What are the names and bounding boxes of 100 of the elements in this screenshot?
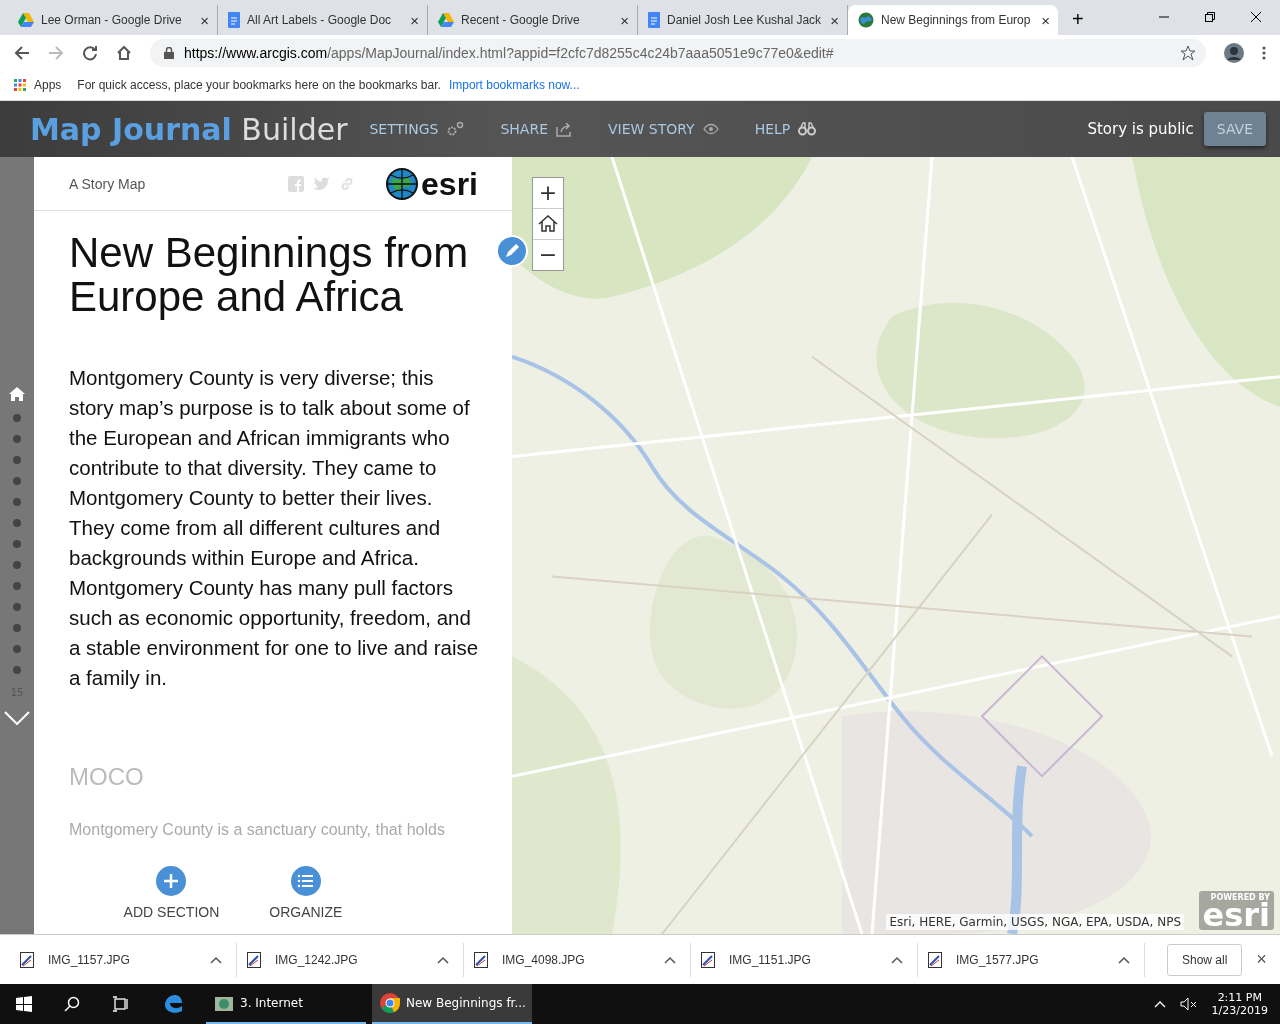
zoom-out-button[interactable]: −	[533, 240, 563, 270]
section-dot[interactable]	[13, 456, 21, 464]
chevron-up-icon[interactable]	[1153, 1000, 1166, 1008]
image-file-icon	[701, 951, 715, 968]
back-icon[interactable]	[14, 44, 30, 61]
download-item[interactable]: IMG_1577.JPG	[918, 942, 1145, 977]
section-dot[interactable]	[13, 582, 21, 590]
image-file-icon	[474, 951, 488, 968]
image-file-icon	[928, 951, 942, 968]
section-dot[interactable]	[13, 624, 21, 632]
windows-start-icon[interactable]	[16, 996, 32, 1012]
section-heading: MOCO	[69, 763, 145, 791]
search-icon[interactable]	[64, 996, 80, 1012]
taskbar-app[interactable]: New Beginnings fr...	[372, 984, 532, 1024]
builder-action[interactable]: ADD SECTION	[123, 866, 220, 920]
section-dot[interactable]	[13, 561, 21, 569]
list-icon	[290, 866, 321, 896]
apps-grid-icon[interactable]	[14, 79, 26, 91]
browser-tab[interactable]: New Beginnings from Europ ×	[848, 5, 1058, 35]
zoom-in-button[interactable]: +	[533, 178, 563, 208]
edit-icon[interactable]	[496, 235, 528, 267]
globe-icon	[858, 12, 874, 28]
address-bar[interactable]: https://www.arcgis.com/apps/MapJournal/index.html?appid=f2cfc7d8255c4c24b7aaa5051e9c77e0&edit#	[150, 38, 1206, 67]
import-bookmarks-link[interactable]: Import bookmarks now...	[448, 78, 580, 92]
avatar-icon[interactable]	[1224, 42, 1244, 63]
caret-icon[interactable]	[891, 955, 903, 964]
powered-by-label: POWERED BY	[1210, 893, 1270, 902]
binoculars-icon	[798, 122, 817, 136]
section-dot[interactable]	[13, 540, 21, 548]
story-kicker: A Story Map	[69, 175, 146, 192]
download-item[interactable]: IMG_1157.JPG	[10, 942, 237, 977]
document-icon	[648, 12, 660, 28]
esri-logo: esri	[421, 167, 478, 200]
section-dot[interactable]	[13, 498, 21, 506]
download-item[interactable]: IMG_1151.JPG	[691, 942, 918, 977]
section-dot[interactable]	[13, 519, 21, 527]
app-title: Map Journal Builder	[30, 111, 348, 147]
close-tab-button[interactable]: ×	[200, 11, 209, 29]
caret-icon[interactable]	[1118, 955, 1130, 964]
drive-icon	[18, 13, 34, 27]
caret-icon[interactable]	[210, 955, 222, 964]
story-title: New Beginnings from Europe and Africa	[69, 231, 470, 319]
map-attribution: Esri, HERE, Garmin, USGS, NGA, EPA, USDA, NPS	[886, 914, 1184, 930]
bookmarks-hint: For quick access, place your bookmarks here on the bookmarks bar.	[77, 78, 441, 92]
menu-icon[interactable]	[1262, 44, 1266, 61]
image-file-icon	[247, 951, 261, 968]
section-dot[interactable]	[13, 645, 21, 653]
new-tab-button[interactable]: +	[1072, 8, 1084, 31]
nav-link[interactable]: SETTINGS	[369, 121, 465, 137]
section-dot[interactable]	[13, 435, 21, 443]
speaker-muted-icon[interactable]	[1179, 997, 1198, 1011]
close-tab-button[interactable]: ×	[410, 11, 419, 29]
gears-icon	[446, 121, 465, 137]
clock-date: 1/23/2019	[1211, 1004, 1268, 1017]
close-downloads-button[interactable]: ×	[1256, 949, 1267, 970]
drive-icon	[438, 13, 454, 27]
eye-icon	[702, 123, 719, 135]
globe-icon	[386, 167, 419, 200]
star-icon[interactable]	[1180, 44, 1196, 61]
nav-link[interactable]: SHARE	[500, 121, 572, 137]
document-icon	[228, 12, 240, 28]
apps-link[interactable]: Apps	[34, 78, 62, 92]
close-tab-button[interactable]: ×	[1041, 11, 1050, 29]
story-text: Montgomery County is very diverse; this story map’s purpose is to talk about some of the European and African immigrants who contribute to that diversity. They came to Montgomery County to better their lives. They come from all different cultures and backgrounds within Europe and Africa. Montgomery County has many pull factors such as economic opportunity, freedom, and a stable environment for one to live and raise a family in.	[69, 365, 480, 691]
chevron-down-icon[interactable]	[4, 711, 30, 725]
nav-link[interactable]: HELP	[754, 121, 817, 137]
restore-icon[interactable]	[1204, 11, 1216, 23]
section-dot[interactable]	[13, 666, 21, 674]
tab-title: Lee Orman - Google Drive	[41, 13, 183, 27]
task-view-icon[interactable]	[112, 996, 130, 1012]
caret-icon[interactable]	[437, 955, 449, 964]
story-status: Story is public	[1087, 120, 1194, 138]
section-dot[interactable]	[13, 414, 21, 422]
tab-title: Recent - Google Drive	[461, 13, 581, 27]
tab-title: All Art Labels - Google Doc	[247, 13, 393, 27]
section-dot[interactable]	[13, 477, 21, 485]
tab-title: Daniel Josh Lee Kushal Jack	[667, 13, 823, 27]
add-icon	[156, 866, 187, 896]
builder-action[interactable]: ORGANIZE	[269, 866, 343, 920]
home-icon[interactable]	[116, 44, 132, 61]
section-dot[interactable]	[13, 603, 21, 611]
home-icon[interactable]	[9, 387, 25, 401]
tab-title: New Beginnings from Europ	[881, 13, 1032, 27]
close-tab-button[interactable]: ×	[830, 11, 839, 29]
chrome-icon	[380, 993, 400, 1013]
close-icon[interactable]	[1250, 11, 1262, 23]
taskbar-app[interactable]: 3. Internet	[206, 984, 366, 1024]
edge-browser-icon[interactable]	[162, 993, 184, 1015]
close-tab-button[interactable]: ×	[620, 11, 629, 29]
reload-icon[interactable]	[82, 44, 98, 61]
caret-icon[interactable]	[664, 955, 676, 964]
lock-icon	[164, 46, 174, 59]
download-item[interactable]: IMG_4098.JPG	[464, 942, 691, 977]
nav-link[interactable]: VIEW STORY	[608, 121, 719, 137]
download-item[interactable]: IMG_1242.JPG	[237, 942, 464, 977]
share-icon	[556, 121, 572, 137]
url-text: https://www.arcgis.com/apps/MapJournal/index.html?appid=f2cfc7d8255c4c24b7aaa5051e9c77e0&edit#	[184, 44, 834, 61]
show-all-button[interactable]: Show all	[1167, 943, 1243, 976]
image-file-icon	[20, 951, 34, 968]
section-text: Montgomery County is a sanctuary county, that holds	[69, 821, 446, 839]
